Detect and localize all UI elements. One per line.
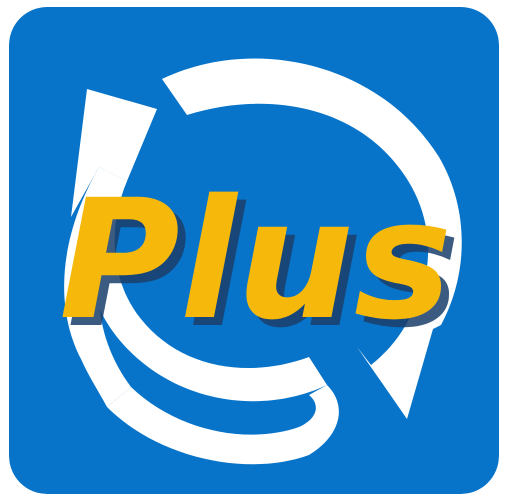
app-icon-graphic: Plus Plus (9, 7, 499, 494)
plus-text: Plus (59, 164, 452, 356)
app-icon[interactable]: Plus Plus (9, 7, 499, 494)
